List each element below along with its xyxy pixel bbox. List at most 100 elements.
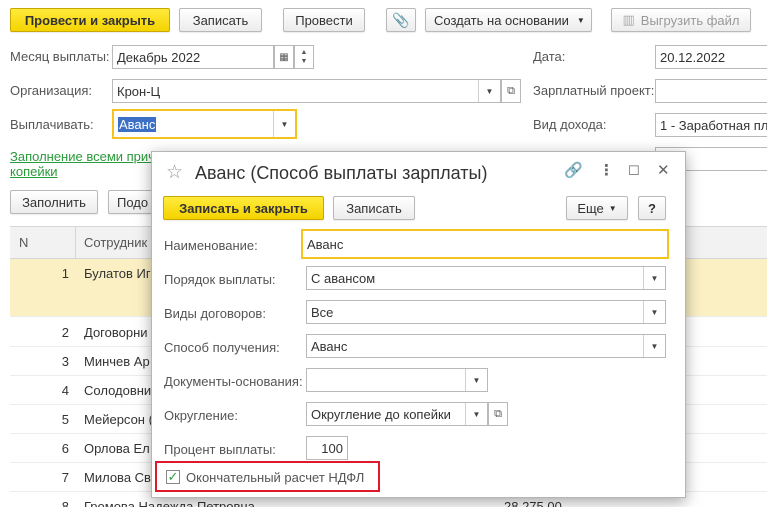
- column-n: N: [19, 235, 29, 250]
- dialog-save-button[interactable]: Записать: [333, 196, 415, 220]
- create-based-on-label: Создать на основании: [434, 12, 569, 28]
- date-label: Дата:: [533, 49, 566, 64]
- row-employee: Булатов Иг: [84, 266, 151, 281]
- export-file-label: Выгрузить файл: [640, 12, 740, 28]
- favorite-star-icon[interactable]: ☆: [166, 161, 183, 184]
- month-stepper[interactable]: ▲ ▼: [294, 45, 314, 69]
- final-ndfl-checkbox[interactable]: ✓: [166, 469, 180, 484]
- row-employee: Орлова Ел: [84, 441, 150, 456]
- save-and-close-button[interactable]: Записать и закрыть: [163, 196, 324, 220]
- row-employee: Договорни: [84, 325, 148, 340]
- payment-percent-label: Процент выплаты:: [164, 442, 276, 457]
- stepper-up-icon: ▲: [300, 49, 308, 56]
- dropdown-arrow-icon: ▼: [280, 119, 289, 129]
- contract-types-select[interactable]: Все ▼: [306, 300, 666, 324]
- close-icon[interactable]: ✕: [657, 161, 670, 179]
- organization-open-button[interactable]: ⧉: [501, 79, 521, 103]
- base-documents-select[interactable]: ▼: [306, 368, 488, 392]
- dropdown-arrow-icon: ▼: [472, 409, 481, 419]
- more-label: Еще: [577, 200, 604, 216]
- row-number: 6: [61, 441, 69, 456]
- rounding-dropdown-button[interactable]: ▼: [465, 403, 487, 425]
- payment-order-select[interactable]: С авансом ▼: [306, 266, 666, 290]
- link-icon[interactable]: 🔗: [564, 161, 583, 179]
- income-type-label: Вид дохода:: [533, 117, 607, 132]
- fill-all-link-continuation[interactable]: копейки: [10, 164, 58, 179]
- receipt-method-value: Аванс: [311, 338, 348, 354]
- rounding-select[interactable]: Округление до копейки ▼: [306, 402, 488, 426]
- dropdown-arrow-icon: ▼: [650, 307, 659, 317]
- dialog-title: Аванс (Способ выплаты зарплаты): [195, 163, 488, 183]
- salary-project-field[interactable]: [655, 79, 767, 103]
- save-button[interactable]: Записать: [179, 8, 262, 32]
- row-employee: Минчев Ар: [84, 354, 150, 369]
- open-icon: ⧉: [507, 84, 515, 97]
- dropdown-arrow-icon: ▼: [576, 15, 585, 25]
- row-number: 4: [61, 383, 69, 398]
- paperclip-icon: 📎: [392, 11, 410, 28]
- attach-button[interactable]: 📎: [386, 8, 416, 32]
- pay-dropdown-button[interactable]: ▼: [273, 111, 295, 137]
- receipt-method-label: Способ получения:: [164, 340, 280, 355]
- column-separator: [75, 227, 76, 259]
- open-icon: ⧉: [494, 407, 502, 420]
- maximize-icon[interactable]: ☐: [628, 163, 640, 179]
- fill-button[interactable]: Заполнить: [10, 190, 98, 214]
- more-vertical-icon[interactable]: ⋮: [599, 161, 614, 179]
- month-field[interactable]: Декабрь 2022: [112, 45, 274, 69]
- month-label: Месяц выплаты:: [10, 49, 110, 64]
- organization-value: Крон-Ц: [117, 83, 161, 99]
- dropdown-arrow-icon: ▼: [650, 341, 659, 351]
- create-based-on-button[interactable]: Создать на основании ▼: [425, 8, 592, 32]
- column-employee: Сотрудник: [84, 235, 148, 250]
- row-employee: Солодовни: [84, 383, 152, 398]
- pay-select[interactable]: Аванс ▼: [112, 109, 297, 139]
- income-type-field[interactable]: 1 - Заработная пла: [655, 113, 767, 137]
- pay-value: Аванс: [118, 116, 157, 132]
- name-field[interactable]: Аванс: [301, 229, 669, 259]
- row-number: 1: [61, 266, 69, 281]
- date-field[interactable]: 20.12.2022: [655, 45, 767, 69]
- post-and-close-button[interactable]: Провести и закрыть: [10, 8, 170, 32]
- contract-types-dropdown-button[interactable]: ▼: [643, 301, 665, 323]
- receipt-method-select[interactable]: Аванс ▼: [306, 334, 666, 358]
- rounding-open-button[interactable]: ⧉: [488, 402, 508, 426]
- help-button[interactable]: ?: [638, 196, 666, 220]
- payment-order-label: Порядок выплаты:: [164, 272, 276, 287]
- pay-label: Выплачивать:: [10, 117, 94, 132]
- payment-order-dropdown-button[interactable]: ▼: [643, 267, 665, 289]
- payment-percent-field[interactable]: 100: [306, 436, 348, 460]
- calendar-icon: ▦: [279, 51, 289, 63]
- dropdown-arrow-icon: ▼: [472, 375, 481, 385]
- contract-types-value: Все: [311, 304, 334, 320]
- name-label: Наименование:: [164, 238, 258, 253]
- dropdown-arrow-icon: ▼: [650, 273, 659, 283]
- salary-project-label: Зарплатный проект:: [533, 83, 655, 98]
- row-number: 8: [61, 499, 69, 507]
- export-file-button[interactable]: ▥ Выгрузить файл: [611, 8, 751, 32]
- row-number: 3: [61, 354, 69, 369]
- payment-method-dialog: ☆ Аванс (Способ выплаты зарплаты) 🔗 ⋮ ☐ …: [151, 151, 686, 498]
- more-button[interactable]: Еще ▼: [566, 196, 628, 220]
- final-ndfl-label: Окончательный расчет НДФЛ: [186, 470, 365, 485]
- fill-all-link[interactable]: Заполнение всеми прич: [10, 149, 155, 164]
- row-employee: Мейерсон (: [84, 412, 153, 427]
- calendar-button[interactable]: ▦: [274, 45, 294, 69]
- checkmark-icon: ✓: [167, 469, 179, 484]
- rounding-label: Округление:: [164, 408, 238, 423]
- organization-field[interactable]: Крон-Ц ▼: [112, 79, 501, 103]
- row-employee: Милова Св: [84, 470, 151, 485]
- organization-label: Организация:: [10, 83, 93, 98]
- rounding-value: Округление до копейки: [311, 406, 451, 422]
- row-amount: 28 275,00: [504, 499, 562, 507]
- receipt-method-dropdown-button[interactable]: ▼: [643, 335, 665, 357]
- organization-dropdown-button[interactable]: ▼: [478, 80, 500, 102]
- row-number: 2: [61, 325, 69, 340]
- contract-types-label: Виды договоров:: [164, 306, 266, 321]
- export-icon: ▥: [622, 12, 635, 27]
- row-number: 7: [61, 470, 69, 485]
- payment-order-value: С авансом: [311, 270, 376, 286]
- post-button[interactable]: Провести: [283, 8, 365, 32]
- dropdown-arrow-icon: ▼: [485, 86, 494, 96]
- base-documents-dropdown-button[interactable]: ▼: [465, 369, 487, 391]
